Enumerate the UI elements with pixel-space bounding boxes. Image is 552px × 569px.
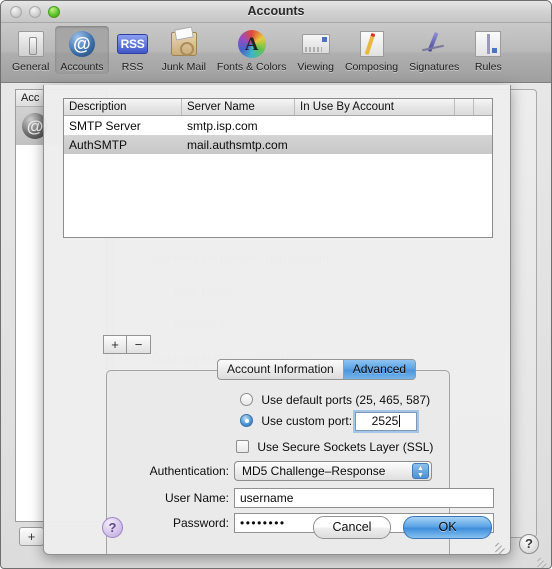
table-row[interactable]: SMTP Server smtp.isp.com [64,116,492,135]
cell-server-name: smtp.isp.com [187,118,258,133]
toolbar-item-composing[interactable]: Composing [340,26,403,74]
column-header-spacer-1[interactable] [455,99,474,115]
toolbar-item-rules[interactable]: Rules [465,26,511,74]
server-settings-tabs: Account Information Advanced [217,359,417,380]
toolbar-item-fonts-colors[interactable]: A Fonts & Colors [212,26,291,74]
column-header-description[interactable]: Description [64,99,182,115]
rules-icon [472,28,504,60]
toolbar-label-junk-mail: Junk Mail [161,61,206,73]
window-title: Accounts [247,4,305,18]
toolbar-item-signatures[interactable]: Signatures [404,26,464,74]
radio-custom-port[interactable]: Use custom port: [240,414,352,428]
junk-mail-icon [168,28,200,60]
tab-account-information[interactable]: Account Information [218,360,344,379]
chevron-updown-icon: ▲ ▼ [412,463,429,479]
toolbar-label-rss: RSS [121,61,144,73]
column-header-in-use-by-account[interactable]: In Use By Account [295,99,455,115]
add-remove-server-group: + − [103,335,151,354]
text-caret [399,415,401,427]
toolbar-item-junk-mail[interactable]: Junk Mail [157,26,211,74]
radio-custom-port-label: Use custom port: [261,414,353,428]
toolbar-item-viewing[interactable]: Viewing [292,26,339,74]
window-resize-grip[interactable] [535,552,549,568]
authentication-label: Authentication: [149,464,229,478]
custom-port-value: 2525 [371,414,399,428]
add-account-button[interactable]: + [19,527,44,546]
toolbar-item-general[interactable]: General [7,26,54,74]
rss-icon: RSS [116,28,149,60]
fonts-colors-icon: A [236,28,268,60]
window-titlebar: Accounts [1,1,551,23]
smtp-server-list-sheet: Description Server Name In Use By Accoun… [43,85,511,555]
add-server-button[interactable]: + [103,335,127,354]
smtp-servers-table[interactable]: Description Server Name In Use By Accoun… [63,98,493,238]
authentication-value: MD5 Challenge–Response [242,464,386,478]
user-name-input[interactable]: username [234,488,494,508]
toolbar-label-accounts: Accounts [60,61,104,73]
toolbar-label-composing: Composing [344,61,399,73]
radio-default-ports[interactable]: Use default ports (25, 465, 587) [240,393,430,407]
checkbox-ssl[interactable]: Use Secure Sockets Layer (SSL) [236,440,433,454]
toolbar-label-signatures: Signatures [409,61,460,73]
table-row[interactable]: AuthSMTP mail.authsmtp.com [64,135,492,154]
cancel-button[interactable]: Cancel [313,516,391,539]
toolbar-label-fonts-colors: Fonts & Colors [216,61,287,73]
ok-button[interactable]: OK [403,516,492,539]
toolbar-item-rss[interactable]: RSS RSS [110,26,156,74]
user-name-label: User Name: [164,491,229,505]
general-icon [15,28,47,60]
preferences-window: Accounts General @ Accounts RSS RSS Junk… [0,0,552,569]
remove-server-button[interactable]: − [127,335,151,354]
toolbar-label-viewing: Viewing [297,61,334,73]
cell-server-name: mail.authsmtp.com [187,137,288,152]
table-header-row: Description Server Name In Use By Accoun… [64,99,492,116]
checkbox-ssl-indicator [236,440,249,453]
help-button-window[interactable]: ? [519,534,539,554]
custom-port-input[interactable]: 2525 [355,412,417,431]
checkbox-ssl-label: Use Secure Sockets Layer (SSL) [257,440,434,454]
column-header-server-name[interactable]: Server Name [182,99,295,115]
radio-custom-port-indicator [240,414,253,427]
help-button-sheet[interactable]: ? [102,517,123,538]
preferences-toolbar: General @ Accounts RSS RSS Junk Mail A F… [1,23,551,83]
toolbar-label-rules: Rules [474,61,502,73]
authentication-dropdown[interactable]: MD5 Challenge–Response ▲ ▼ [234,461,432,481]
password-label: Password: [172,516,229,530]
viewing-icon [300,28,332,60]
accounts-at-icon: @ [66,28,98,60]
radio-default-ports-label: Use default ports (25, 465, 587) [261,393,431,407]
cell-description: AuthSMTP [69,137,128,152]
cell-description: SMTP Server [69,118,141,133]
toolbar-label-general: General [12,61,50,73]
column-header-spacer-2[interactable] [474,99,492,115]
radio-default-ports-indicator [240,393,253,406]
tab-advanced[interactable]: Advanced [343,360,416,379]
composing-icon [356,28,388,60]
toolbar-item-accounts[interactable]: @ Accounts [55,26,109,74]
sheet-resize-grip[interactable] [492,536,507,554]
signatures-icon [418,28,450,60]
